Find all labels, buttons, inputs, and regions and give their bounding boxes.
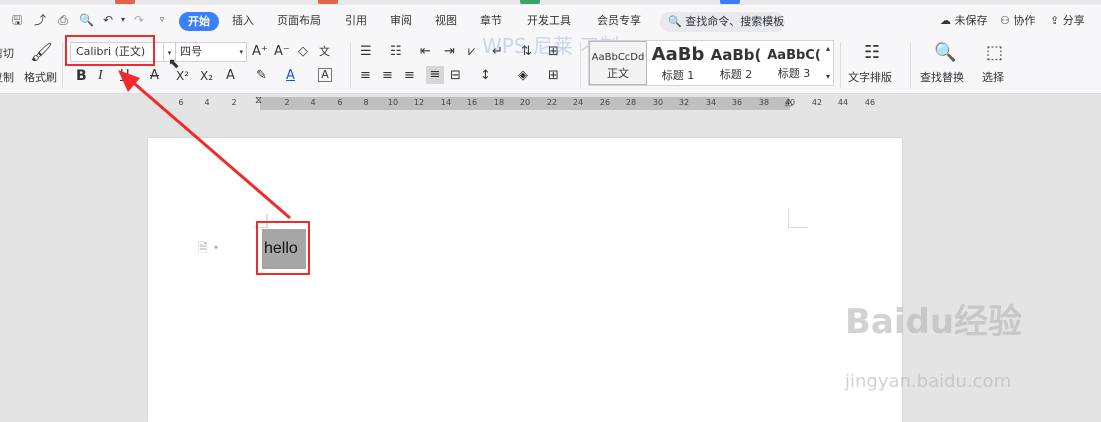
arrow-head [118, 70, 140, 92]
watermark-brand: Baidu经验 [845, 302, 1023, 342]
watermark-url: jingyan.baidu.com [845, 371, 1012, 392]
arrow-shaft [127, 76, 291, 220]
baidu-watermark: Baidu经验 jingyan.baidu.com [845, 302, 1022, 394]
wps-writer-window: 🖫 ⤴ ⎙ 🔍 ↶ ▾ ↷ ▿ 开始 插入 页面布局 引用 审阅 视图 章节 开… [0, 0, 1101, 422]
